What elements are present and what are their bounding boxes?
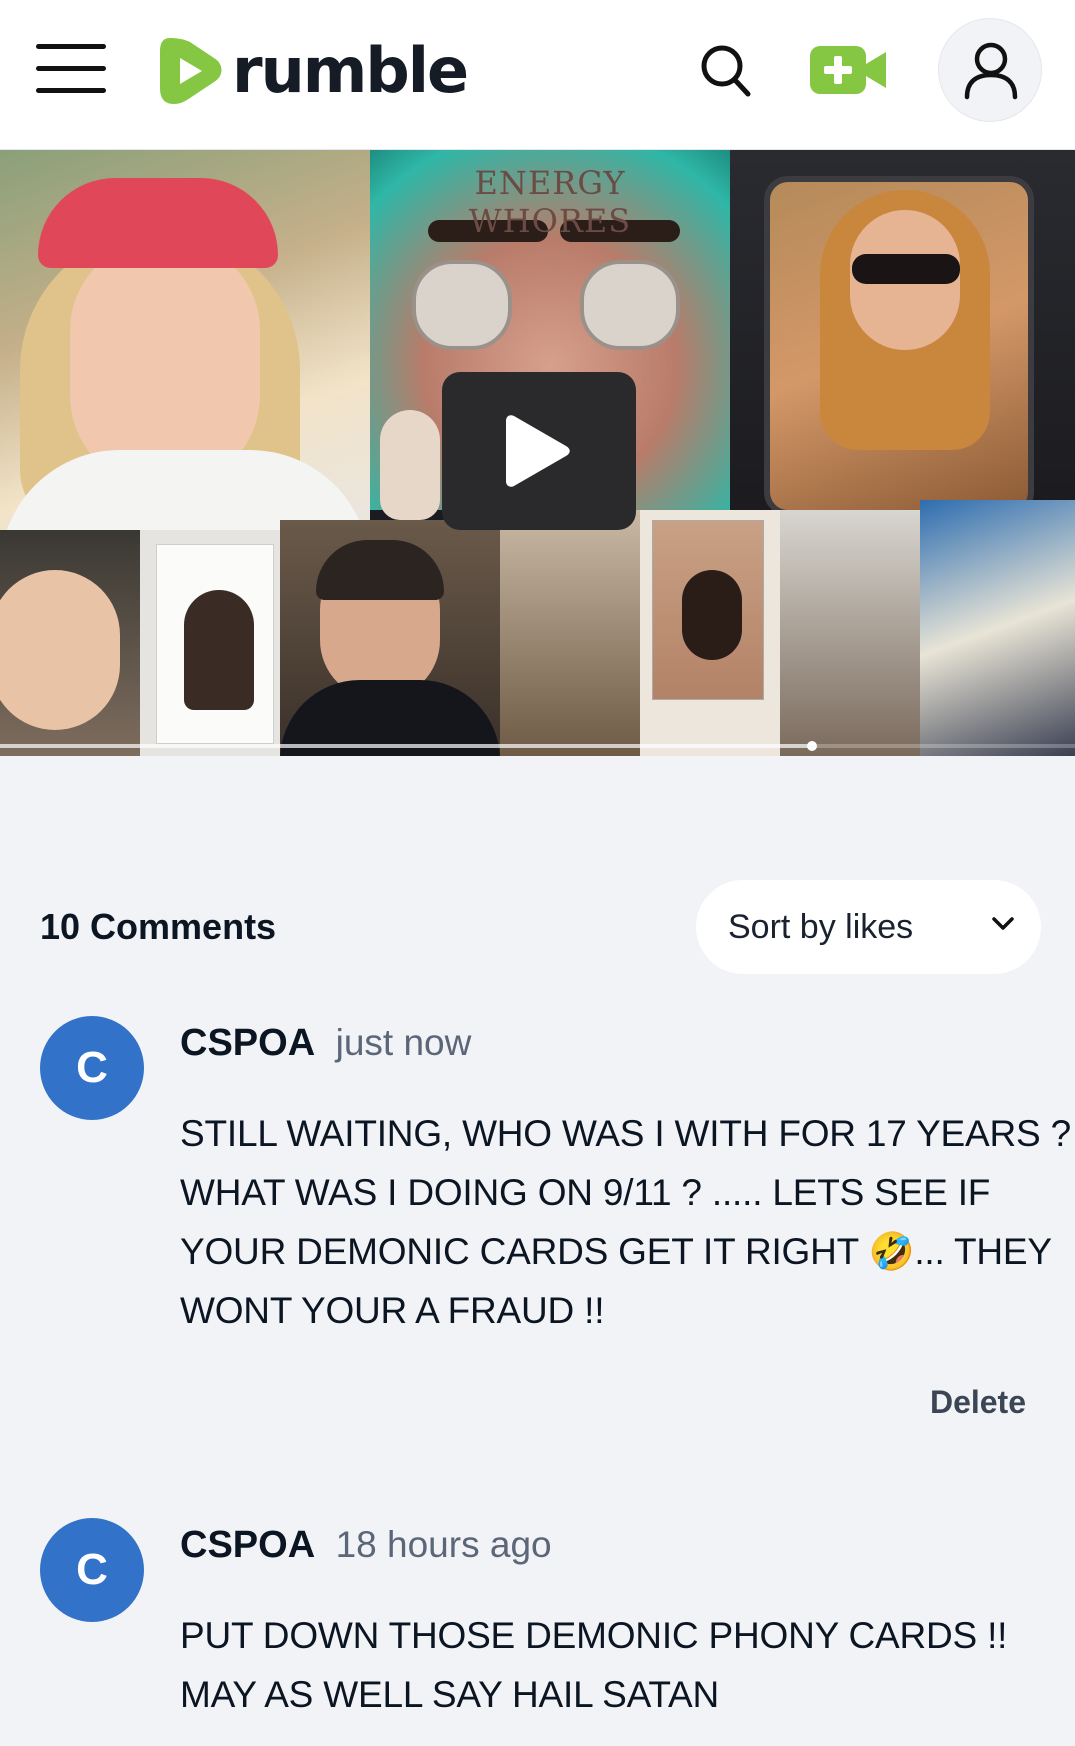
play-button[interactable] bbox=[442, 372, 636, 530]
thumbnail-collage-tile bbox=[280, 520, 500, 756]
thumbnail-collage-tile bbox=[640, 510, 780, 756]
top-app-bar: rumble bbox=[0, 0, 1075, 150]
video-progress-fill bbox=[0, 744, 812, 748]
comment-text: PUT DOWN THOSE DEMONIC PHONY CARDS !! MA… bbox=[180, 1615, 1008, 1715]
comment-item: C CSPOA just now STILL WAITING, WHO WAS … bbox=[40, 1016, 1071, 1436]
search-icon[interactable] bbox=[698, 40, 754, 100]
user-icon[interactable] bbox=[938, 18, 1042, 122]
thumbnail-collage-tile bbox=[500, 510, 640, 756]
chevron-down-icon bbox=[992, 917, 1014, 930]
comment-username[interactable]: CSPOA bbox=[180, 1022, 315, 1064]
comment-text: STILL WAITING, WHO WAS I WITH FOR 17 YEA… bbox=[180, 1113, 1071, 1331]
comment-timestamp: 18 hours ago bbox=[335, 1524, 552, 1565]
comment-timestamp: just now bbox=[335, 1022, 472, 1063]
thumbnail-collage-tile bbox=[920, 500, 1075, 756]
thumbnail-collage-tile bbox=[0, 150, 370, 530]
menu-icon[interactable] bbox=[36, 42, 108, 96]
avatar[interactable]: C bbox=[40, 1016, 144, 1120]
upload-video-icon[interactable] bbox=[808, 44, 888, 96]
delete-comment-button[interactable]: Delete bbox=[930, 1384, 1026, 1421]
thumbnail-collage-tile bbox=[380, 410, 440, 520]
thumbnail-collage-tile bbox=[730, 150, 1075, 520]
avatar[interactable]: C bbox=[40, 1518, 144, 1622]
thumbnail-collage-tile bbox=[780, 510, 920, 756]
sort-dropdown-label: Sort by likes bbox=[728, 908, 914, 946]
play-icon bbox=[506, 415, 570, 487]
rumble-logo[interactable]: rumble bbox=[158, 30, 469, 110]
rumble-play-logo-icon bbox=[160, 38, 222, 104]
comments-header: 10 Comments Sort by likes bbox=[40, 870, 1041, 974]
thumbnail-caption: ENERGY WHORES bbox=[468, 164, 632, 240]
comments-count: 10 Comments bbox=[40, 906, 277, 947]
logo-text: rumble bbox=[232, 33, 469, 107]
thumbnail-collage-tile bbox=[0, 530, 140, 756]
sort-dropdown[interactable]: Sort by likes bbox=[696, 880, 1041, 974]
video-progress-knob[interactable] bbox=[806, 741, 817, 751]
video-progress-bar[interactable] bbox=[0, 741, 1075, 751]
thumbnail-collage-tile bbox=[140, 530, 280, 756]
comment-meta: CSPOA just now bbox=[180, 1022, 471, 1065]
comment-meta: CSPOA 18 hours ago bbox=[180, 1524, 552, 1567]
video-player[interactable]: ENERGY WHORES bbox=[0, 150, 1075, 756]
comment-username[interactable]: CSPOA bbox=[180, 1524, 315, 1566]
comment-item: C CSPOA 18 hours ago PUT DOWN THOSE DEMO… bbox=[40, 1518, 1040, 1746]
